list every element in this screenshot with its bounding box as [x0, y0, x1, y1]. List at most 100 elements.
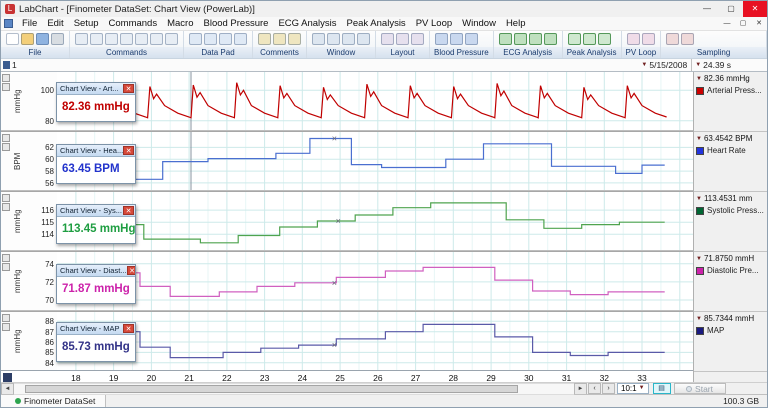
- close-icon[interactable]: ✕: [123, 324, 134, 333]
- minimize-button[interactable]: —: [695, 1, 719, 17]
- channel-scale-icon[interactable]: [2, 263, 10, 271]
- layout-single-icon[interactable]: [381, 33, 394, 45]
- menu-commands[interactable]: Commands: [104, 18, 163, 29]
- datapad-table-icon[interactable]: [219, 33, 232, 45]
- channel-settings-buttons[interactable]: [1, 192, 13, 250]
- mdi-restore-button[interactable]: ▢: [735, 17, 751, 30]
- channel-menu-icon[interactable]: [2, 254, 10, 262]
- plot-arterial-pressure[interactable]: [57, 72, 693, 130]
- open-file-icon[interactable]: [21, 33, 34, 45]
- bp-report-icon[interactable]: [465, 33, 478, 45]
- channel-scale-icon[interactable]: [2, 83, 10, 91]
- channel-section-heart-rate[interactable]: ▼ 63.4542 BPM Heart Rate: [694, 132, 767, 192]
- scroll-mode-button[interactable]: ▤: [652, 383, 671, 394]
- peak-settings-icon[interactable]: [567, 33, 581, 45]
- close-icon[interactable]: ✕: [126, 266, 135, 275]
- ecg-report-icon[interactable]: [543, 33, 557, 45]
- add-to-datapad-icon[interactable]: [75, 33, 88, 45]
- channel-settings-buttons[interactable]: [1, 312, 13, 370]
- mini-window-heart-rate[interactable]: Chart View - Hea... ✕ 63.45 BPM: [56, 144, 136, 184]
- channel-section-systolic[interactable]: ▼ 113.4531 mm Systolic Press...: [694, 192, 767, 252]
- channel-section-map[interactable]: ▼ 85.7344 mmH MAP: [694, 312, 767, 372]
- expand-time-icon[interactable]: ›: [602, 383, 615, 394]
- undo-icon[interactable]: [150, 33, 163, 45]
- channel-section-arterial[interactable]: ▼ 82.36 mmHg Arterial Press...: [694, 72, 767, 132]
- view-duration[interactable]: ▼ 24.39 s: [691, 59, 767, 71]
- peak-table-icon[interactable]: [597, 33, 611, 45]
- bp-settings-icon[interactable]: [435, 33, 448, 45]
- channel-settings-buttons[interactable]: [1, 252, 13, 310]
- mini-window-systolic[interactable]: Chart View - Sys... ✕ 113.45 mmHg: [56, 204, 136, 244]
- menu-macro[interactable]: Macro: [162, 18, 198, 29]
- menu-blood-pressure[interactable]: Blood Pressure: [199, 18, 274, 29]
- redo-icon[interactable]: [165, 33, 178, 45]
- window-zoom-icon[interactable]: [342, 33, 355, 45]
- bp-view-icon[interactable]: [450, 33, 463, 45]
- channel-scale-icon[interactable]: [2, 323, 10, 331]
- menu-ecg-analysis[interactable]: ECG Analysis: [273, 18, 341, 29]
- scrollbar-track[interactable]: [14, 382, 574, 395]
- channel-settings-buttons[interactable]: [1, 132, 13, 190]
- mini-window-map[interactable]: Chart View - MAP ✕ 85.73 mmHg: [56, 322, 136, 362]
- comment-add-icon[interactable]: [258, 33, 271, 45]
- new-file-icon[interactable]: [6, 33, 19, 45]
- zoom-ratio-select[interactable]: 10:1 ▼: [617, 383, 649, 394]
- channel-menu-icon[interactable]: [2, 134, 10, 142]
- menu-edit[interactable]: Edit: [42, 18, 68, 29]
- scrollbar-thumb[interactable]: [25, 384, 518, 393]
- mdi-close-button[interactable]: ✕: [751, 17, 767, 30]
- scissors-icon[interactable]: [90, 33, 103, 45]
- copy-icon[interactable]: [105, 33, 118, 45]
- menu-setup[interactable]: Setup: [69, 18, 104, 29]
- channel-scale-icon[interactable]: [2, 203, 10, 211]
- maximize-button[interactable]: ▢: [719, 1, 743, 17]
- document-tab[interactable]: Finometer DataSet: [1, 395, 107, 407]
- window-split-icon[interactable]: [357, 33, 370, 45]
- scroll-right-icon[interactable]: ►: [574, 382, 587, 395]
- window-tile-icon[interactable]: [312, 33, 325, 45]
- plot-map[interactable]: ×: [57, 312, 693, 370]
- menu-file[interactable]: File: [17, 18, 42, 29]
- plot-systolic-pressure[interactable]: ×: [57, 192, 693, 250]
- comment-list-icon[interactable]: [273, 33, 286, 45]
- menu-window[interactable]: Window: [457, 18, 501, 29]
- menu-pv-loop[interactable]: PV Loop: [411, 18, 457, 29]
- channel-scale-icon[interactable]: [2, 143, 10, 151]
- datapad-view-icon[interactable]: [189, 33, 202, 45]
- plot-heart-rate[interactable]: ×: [57, 132, 693, 190]
- pvloop-settings-icon[interactable]: [626, 33, 640, 45]
- close-icon[interactable]: ✕: [123, 146, 135, 155]
- mdi-minimize-button[interactable]: —: [719, 17, 735, 30]
- print-icon[interactable]: [51, 33, 64, 45]
- zoom-icon[interactable]: [135, 33, 148, 45]
- channel-menu-icon[interactable]: [2, 74, 10, 82]
- mini-window-diastolic[interactable]: Chart View - Diast... ✕ 71.87 mmHg: [56, 264, 136, 304]
- ecg-averaging-icon[interactable]: [513, 33, 527, 45]
- menu-peak-analysis[interactable]: Peak Analysis: [342, 18, 411, 29]
- layout-overlay-icon[interactable]: [411, 33, 424, 45]
- paste-icon[interactable]: [120, 33, 133, 45]
- scroll-left-icon[interactable]: ◄: [1, 382, 14, 395]
- channel-settings-buttons[interactable]: [1, 72, 13, 130]
- sampling-start-icon[interactable]: [681, 33, 695, 45]
- close-icon[interactable]: ✕: [123, 206, 134, 215]
- pvloop-view-icon[interactable]: [641, 33, 655, 45]
- close-button[interactable]: ✕: [743, 1, 767, 17]
- record-date[interactable]: ▼ 5/15/2008: [641, 60, 687, 70]
- peak-view-icon[interactable]: [582, 33, 596, 45]
- comment-find-icon[interactable]: [288, 33, 301, 45]
- window-cascade-icon[interactable]: [327, 33, 340, 45]
- datapad-export-icon[interactable]: [234, 33, 247, 45]
- time-axis-menu-button[interactable]: [3, 373, 12, 382]
- sampling-settings-icon[interactable]: [666, 33, 680, 45]
- datapad-add-icon[interactable]: [204, 33, 217, 45]
- close-icon[interactable]: ✕: [123, 84, 134, 93]
- start-button[interactable]: Start: [673, 383, 726, 394]
- ecg-table-icon[interactable]: [528, 33, 542, 45]
- menu-help[interactable]: Help: [501, 18, 531, 29]
- save-icon[interactable]: [36, 33, 49, 45]
- compress-time-icon[interactable]: ‹: [588, 383, 601, 394]
- plot-diastolic-pressure[interactable]: ×: [57, 252, 693, 310]
- channel-menu-icon[interactable]: [2, 194, 10, 202]
- channel-section-diastolic[interactable]: ▼ 71.8750 mmH Diastolic Pre...: [694, 252, 767, 312]
